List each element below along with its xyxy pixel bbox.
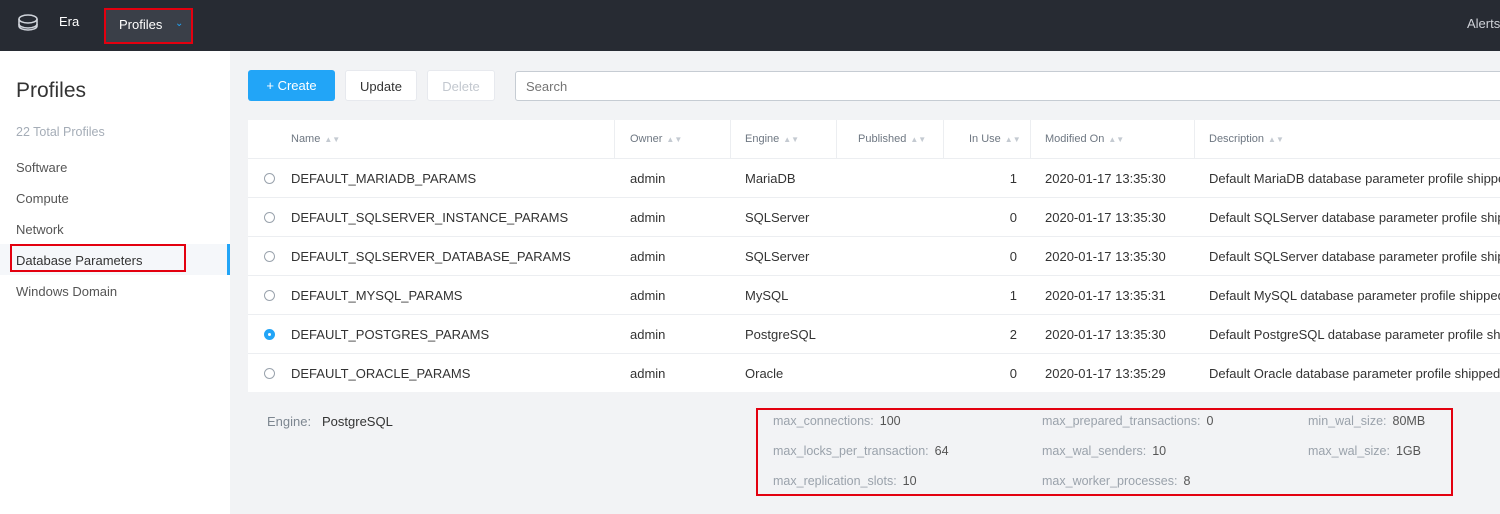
create-button[interactable]: + Create [248,70,335,101]
cell-name: DEFAULT_POSTGRES_PARAMS [291,327,490,342]
cell-modified: 2020-01-17 13:35:30 [1045,171,1166,186]
sort-icon: ▲▼ [1004,135,1021,144]
cell-description: Default MariaDB database parameter profi… [1209,171,1500,186]
column-divider [836,120,837,158]
column-header-engine[interactable]: Engine ▲▼ [745,120,799,158]
cell-owner: admin [630,171,666,186]
column-header-in-use[interactable]: In Use ▲▼ [969,120,1021,158]
cell-modified: 2020-01-17 13:35:30 [1045,210,1166,225]
cell-description: Default SQLServer database parameter pro… [1209,249,1500,264]
cell-modified: 2020-01-17 13:35:30 [1045,249,1166,264]
row-radio[interactable] [264,251,275,262]
engine-label: Engine: [267,414,312,429]
cell-description: Default PostgreSQL database parameter pr… [1209,327,1500,342]
column-header-published[interactable]: Published ▲▼ [858,120,926,158]
sort-icon: ▲▼ [910,135,927,144]
sidebar-item-windows-domain[interactable]: Windows Domain [16,284,117,299]
table-row[interactable]: DEFAULT_MYSQL_PARAMS admin MySQL 1 2020-… [248,275,1500,315]
top-bar: Era Profiles ⌄ Alerts [0,0,1500,51]
row-radio[interactable] [264,212,275,223]
column-divider [1194,120,1195,158]
row-radio[interactable] [264,368,275,379]
alerts-link[interactable]: Alerts [1467,16,1500,31]
column-divider [943,120,944,158]
cell-modified: 2020-01-17 13:35:31 [1045,288,1166,303]
cell-engine: PostgreSQL [745,327,816,342]
column-header-modified-on[interactable]: Modified On ▲▼ [1045,120,1124,158]
cell-modified: 2020-01-17 13:35:29 [1045,366,1166,381]
cell-owner: admin [630,327,666,342]
cell-engine: SQLServer [745,210,810,225]
search-input[interactable] [515,71,1500,101]
profiles-menu[interactable]: Profiles ⌄ [104,8,193,44]
sidebar: Profiles 22 Total Profiles Software Comp… [0,51,230,514]
cell-in-use: 1 [1009,171,1017,186]
delete-button[interactable]: Delete [427,70,495,101]
sort-icon: ▲▼ [783,135,800,144]
cell-owner: admin [630,288,666,303]
app-name: Era [59,14,80,29]
column-divider [614,120,615,158]
cell-engine: MariaDB [745,171,796,186]
cell-owner: admin [630,366,666,381]
cell-engine: MySQL [745,288,789,303]
annotation-highlight [10,244,186,272]
sidebar-item-software[interactable]: Software [16,160,67,175]
row-radio[interactable] [264,290,275,301]
sidebar-item-network[interactable]: Network [16,222,64,237]
profile-count: 22 Total Profiles [16,125,105,139]
profiles-menu-label: Profiles [119,17,163,32]
cell-owner: admin [630,249,666,264]
cell-engine: SQLServer [745,249,810,264]
sort-icon: ▲▼ [1108,135,1125,144]
sidebar-item-compute[interactable]: Compute [16,191,69,206]
cell-in-use: 1 [1009,288,1017,303]
table-row[interactable]: DEFAULT_SQLSERVER_DATABASE_PARAMS admin … [248,236,1500,276]
column-header-description[interactable]: Description ▲▼ [1209,120,1284,158]
cell-name: DEFAULT_SQLSERVER_INSTANCE_PARAMS [291,210,569,225]
cell-description: Default MySQL database parameter profile… [1209,288,1500,303]
active-indicator [227,244,230,275]
table-row[interactable]: DEFAULT_ORACLE_PARAMS admin Oracle 0 202… [248,353,1500,393]
cell-in-use: 2 [1009,327,1017,342]
row-radio[interactable] [264,173,275,184]
table-row[interactable]: DEFAULT_MARIADB_PARAMS admin MariaDB 1 2… [248,158,1500,198]
column-header-name[interactable]: Name ▲▼ [291,120,340,158]
cell-in-use: 0 [1009,366,1017,381]
cell-name: DEFAULT_MARIADB_PARAMS [291,171,477,186]
table-row-selected[interactable]: DEFAULT_POSTGRES_PARAMS admin PostgreSQL… [248,314,1500,354]
cell-description: Default SQLServer database parameter pro… [1209,210,1500,225]
cell-name: DEFAULT_MYSQL_PARAMS [291,288,463,303]
update-button[interactable]: Update [345,70,417,101]
sort-icon: ▲▼ [324,135,341,144]
cell-in-use: 0 [1009,249,1017,264]
cell-modified: 2020-01-17 13:35:30 [1045,327,1166,342]
sort-icon: ▲▼ [666,135,683,144]
cell-name: DEFAULT_ORACLE_PARAMS [291,366,471,381]
sidebar-title: Profiles [16,79,87,102]
row-radio-selected[interactable] [264,329,275,340]
table-row[interactable]: DEFAULT_SQLSERVER_INSTANCE_PARAMS admin … [248,197,1500,237]
sort-icon: ▲▼ [1268,135,1284,144]
chevron-down-icon: ⌄ [175,18,184,29]
column-divider [730,120,731,158]
column-divider [1030,120,1031,158]
engine-value: PostgreSQL [322,414,393,429]
era-logo-icon[interactable] [17,12,39,34]
profiles-table: Name ▲▼ Owner ▲▼ Engine ▲▼ Published ▲▼ In U… [248,120,1500,392]
column-header-owner[interactable]: Owner ▲▼ [630,120,682,158]
annotation-highlight [756,408,1453,496]
cell-description: Default Oracle database parameter profil… [1209,366,1500,381]
cell-name: DEFAULT_SQLSERVER_DATABASE_PARAMS [291,249,571,264]
cell-in-use: 0 [1009,210,1017,225]
cell-engine: Oracle [745,366,784,381]
cell-owner: admin [630,210,666,225]
